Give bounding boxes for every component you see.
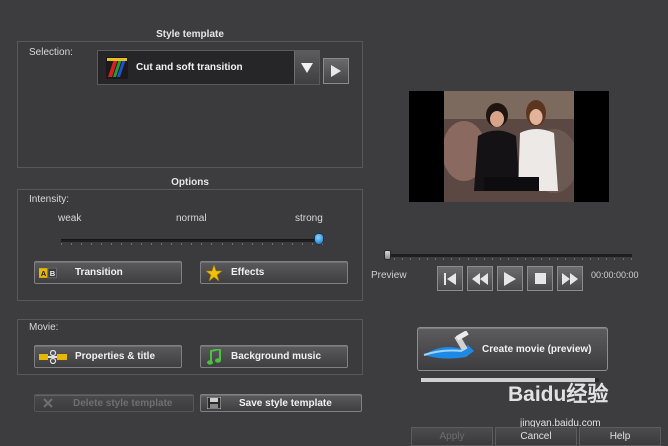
create-movie-label: Create movie (preview) bbox=[482, 343, 592, 355]
skip-start-icon bbox=[444, 272, 456, 285]
preview-position-slider[interactable] bbox=[386, 254, 632, 257]
rewind-button[interactable] bbox=[467, 266, 493, 291]
preview-monitor bbox=[409, 91, 609, 202]
watermark-text: Baidu经验 bbox=[508, 383, 609, 406]
intensity-normal-label: normal bbox=[176, 213, 207, 224]
go-to-start-button[interactable] bbox=[437, 266, 463, 291]
selected-template-label: Cut and soft transition bbox=[136, 62, 243, 73]
chevron-down-icon[interactable] bbox=[294, 51, 319, 84]
svg-text:A: A bbox=[41, 268, 47, 277]
intensity-label: Intensity: bbox=[29, 194, 70, 205]
stop-icon bbox=[534, 273, 546, 284]
help-button[interactable]: Help bbox=[579, 427, 661, 446]
properties-icon bbox=[39, 349, 67, 365]
close-icon bbox=[39, 395, 57, 411]
create-movie-preview-button[interactable]: Create movie (preview) bbox=[417, 327, 608, 371]
movie-label: Movie: bbox=[29, 322, 59, 333]
create-movie-icon bbox=[422, 330, 478, 367]
background-music-button[interactable]: Background music bbox=[200, 345, 348, 368]
apply-button[interactable]: Apply bbox=[411, 427, 493, 446]
style-template-dropdown[interactable]: Cut and soft transition bbox=[97, 50, 320, 85]
preview-position-thumb[interactable] bbox=[384, 250, 391, 260]
transition-button[interactable]: A B Transition bbox=[34, 261, 182, 284]
play-icon bbox=[331, 65, 341, 77]
intensity-ticks bbox=[61, 243, 323, 246]
cancel-button[interactable]: Cancel bbox=[495, 427, 577, 446]
transition-label: Transition bbox=[75, 267, 123, 278]
star-icon bbox=[205, 264, 223, 281]
intensity-slider-thumb[interactable] bbox=[314, 233, 324, 245]
background-music-label: Background music bbox=[231, 351, 322, 362]
intensity-weak-label: weak bbox=[58, 213, 82, 224]
options-title: Options bbox=[171, 177, 209, 188]
effects-button[interactable]: Effects bbox=[200, 261, 348, 284]
preview-template-button[interactable] bbox=[323, 58, 349, 84]
transition-icon: A B bbox=[39, 265, 57, 281]
fast-forward-button[interactable] bbox=[557, 266, 583, 291]
intensity-slider[interactable] bbox=[61, 239, 323, 242]
template-icon bbox=[106, 56, 128, 79]
play-icon bbox=[504, 271, 516, 286]
preview-position-ticks bbox=[386, 258, 632, 260]
svg-text:B: B bbox=[50, 268, 56, 277]
properties-title-button[interactable]: Properties & title bbox=[34, 345, 182, 368]
selection-label: Selection: bbox=[29, 47, 73, 58]
rewind-icon bbox=[472, 272, 488, 285]
properties-title-label: Properties & title bbox=[75, 351, 156, 362]
save-icon bbox=[205, 395, 223, 411]
timecode-display: 00:00:00:00 bbox=[591, 270, 639, 280]
stop-button[interactable] bbox=[527, 266, 553, 291]
preview-photo bbox=[444, 91, 574, 202]
watermark-logo: Baidu经验 bbox=[508, 378, 608, 408]
fast-forward-icon bbox=[562, 272, 578, 285]
intensity-strong-label: strong bbox=[295, 213, 323, 224]
delete-style-template-button[interactable]: Delete style template bbox=[34, 394, 194, 412]
save-style-template-label: Save style template bbox=[239, 397, 332, 409]
effects-label: Effects bbox=[231, 267, 265, 278]
music-note-icon bbox=[205, 348, 223, 365]
save-style-template-button[interactable]: Save style template bbox=[200, 394, 362, 412]
delete-style-template-label: Delete style template bbox=[73, 397, 173, 409]
preview-label: Preview bbox=[371, 270, 407, 281]
style-template-title: Style template bbox=[156, 29, 224, 40]
play-button[interactable] bbox=[497, 266, 523, 291]
